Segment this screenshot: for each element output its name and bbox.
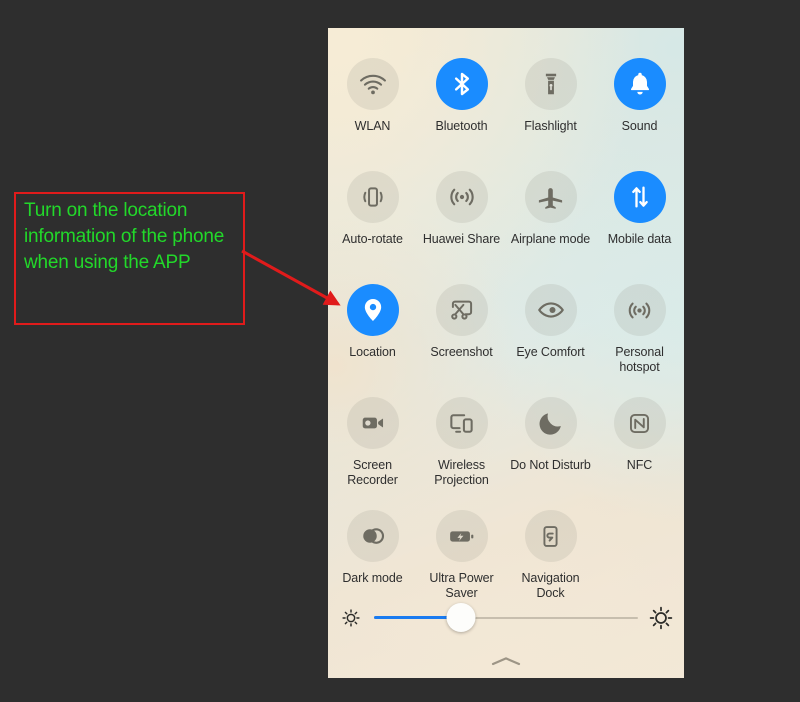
tile-label: Personal hotspot	[615, 345, 664, 374]
chevron-up-handle[interactable]	[491, 656, 521, 666]
tile-screen-recorder[interactable]: Screen Recorder	[328, 385, 417, 492]
mobile-data-arrows-icon[interactable]	[613, 171, 666, 223]
tile-flashlight[interactable]: Flashlight	[506, 46, 595, 153]
tile-do-not-disturb[interactable]: Do Not Disturb	[506, 385, 595, 492]
tile-label: Eye Comfort	[516, 345, 585, 359]
tile-label: Navigation Dock	[521, 571, 580, 600]
tile-dark-mode[interactable]: Dark mode	[328, 498, 417, 605]
tile-label: Mobile data	[607, 232, 672, 246]
tile-label: NFC	[626, 458, 653, 472]
battery-bolt-icon[interactable]	[435, 510, 488, 562]
tile-navigation-dock[interactable]: Navigation Dock	[506, 498, 595, 605]
tile-label: Dark mode	[342, 571, 403, 585]
tile-empty-slot	[595, 498, 684, 605]
tile-label: Huawei Share	[422, 232, 501, 246]
annotation-callout-box: Turn on the location information of the …	[14, 192, 245, 325]
flashlight-icon[interactable]	[524, 58, 577, 110]
navigation-dock-icon[interactable]	[524, 510, 577, 562]
tile-wireless-projection[interactable]: Wireless Projection	[417, 385, 506, 492]
tile-auto-rotate[interactable]: Auto-rotate	[328, 159, 417, 266]
quick-settings-grid: WLAN Bluetooth Flashlight Sound Auto-rot…	[328, 46, 684, 605]
brightness-slider[interactable]	[374, 603, 638, 632]
brightness-row	[328, 598, 684, 638]
dark-mode-circles-icon[interactable]	[346, 510, 399, 562]
hotspot-icon[interactable]	[613, 284, 666, 336]
tile-label: Airplane mode	[510, 232, 591, 246]
wifi-icon[interactable]	[346, 58, 399, 110]
huawei-share-icon[interactable]	[435, 171, 488, 223]
tile-label: Sound	[621, 119, 658, 133]
tile-label: Screen Recorder	[347, 458, 398, 487]
quick-settings-panel: WLAN Bluetooth Flashlight Sound Auto-rot…	[328, 28, 684, 678]
tile-label: WLAN	[354, 119, 391, 133]
tile-airplane-mode[interactable]: Airplane mode	[506, 159, 595, 266]
tile-bluetooth[interactable]: Bluetooth	[417, 46, 506, 153]
tile-label: Location	[349, 345, 396, 359]
tile-sound[interactable]: Sound	[595, 46, 684, 153]
tile-personal-hotspot[interactable]: Personal hotspot	[595, 272, 684, 379]
tile-label: Auto-rotate	[342, 232, 403, 246]
cast-screen-icon[interactable]	[435, 397, 488, 449]
tile-label: Flashlight	[524, 119, 577, 133]
location-pin-icon[interactable]	[346, 284, 399, 336]
eye-icon[interactable]	[524, 284, 577, 336]
brightness-high-icon[interactable]	[646, 603, 676, 633]
video-camera-icon[interactable]	[346, 397, 399, 449]
tile-label: Do Not Disturb	[510, 458, 591, 472]
tile-eye-comfort[interactable]: Eye Comfort	[506, 272, 595, 379]
bell-icon[interactable]	[613, 58, 666, 110]
brightness-low-icon[interactable]	[336, 603, 366, 633]
tile-wlan[interactable]: WLAN	[328, 46, 417, 153]
tile-label: Wireless Projection	[434, 458, 489, 487]
tile-location[interactable]: Location	[328, 272, 417, 379]
tile-ultra-power-saver[interactable]: Ultra Power Saver	[417, 498, 506, 605]
tile-label: Screenshot	[430, 345, 493, 359]
airplane-icon[interactable]	[524, 171, 577, 223]
bluetooth-icon[interactable]	[435, 58, 488, 110]
auto-rotate-icon[interactable]	[346, 171, 399, 223]
tile-label: Ultra Power Saver	[429, 571, 494, 600]
tile-screenshot[interactable]: Screenshot	[417, 272, 506, 379]
annotation-text: Turn on the location information of the …	[24, 200, 225, 273]
tile-mobile-data[interactable]: Mobile data	[595, 159, 684, 266]
tile-huawei-share[interactable]: Huawei Share	[417, 159, 506, 266]
screenshot-scissors-icon[interactable]	[435, 284, 488, 336]
moon-icon[interactable]	[524, 397, 577, 449]
tile-nfc[interactable]: NFC	[595, 385, 684, 492]
nfc-icon[interactable]	[613, 397, 666, 449]
tile-label: Bluetooth	[435, 119, 488, 133]
slider-thumb[interactable]	[446, 603, 476, 632]
